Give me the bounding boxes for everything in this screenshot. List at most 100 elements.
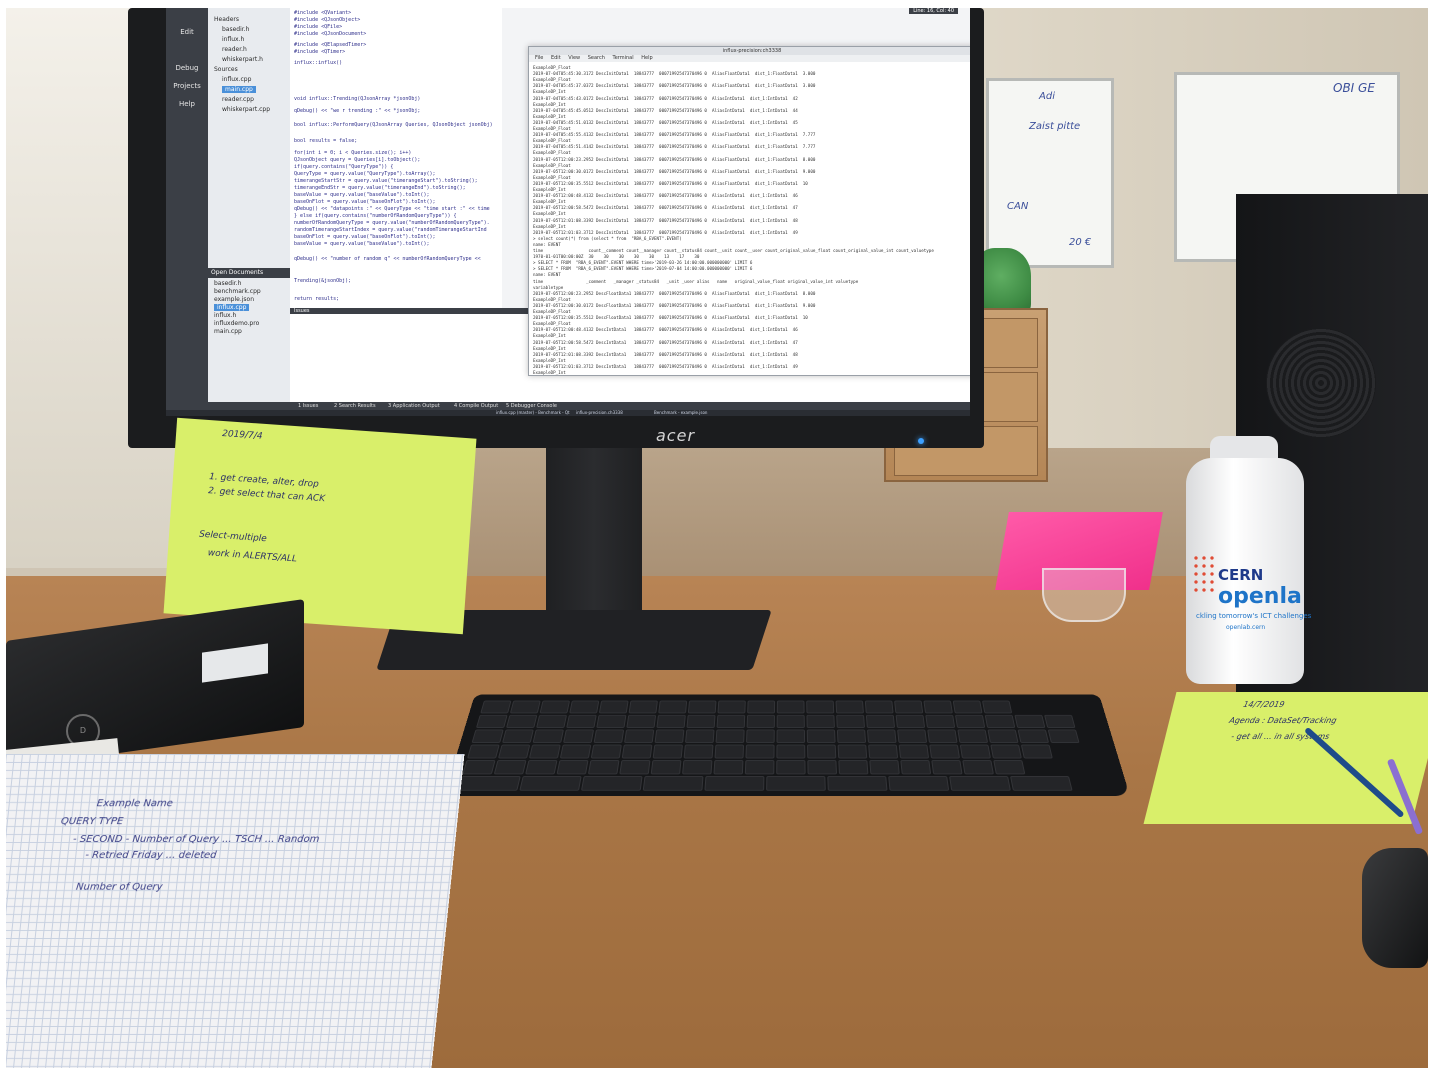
tab-search-results[interactable]: 2 Search Results bbox=[334, 402, 376, 410]
keyboard-key[interactable] bbox=[462, 760, 496, 775]
open-document-item[interactable]: basedir.h bbox=[214, 280, 241, 287]
keyboard-key[interactable] bbox=[954, 714, 986, 728]
menu-help[interactable]: Help bbox=[641, 55, 652, 61]
mode-projects[interactable]: Projects bbox=[170, 82, 204, 90]
keyboard-key[interactable] bbox=[715, 729, 745, 743]
keyboard-key[interactable] bbox=[900, 760, 932, 775]
keyboard-key[interactable] bbox=[471, 729, 504, 743]
keyboard-key[interactable] bbox=[590, 744, 622, 759]
tab-compile-output[interactable]: 4 Compile Output bbox=[454, 402, 498, 410]
menu-edit[interactable]: Edit bbox=[551, 55, 561, 61]
tree-item[interactable]: Headers bbox=[214, 16, 239, 23]
keyboard-key[interactable] bbox=[837, 744, 868, 759]
keyboard-key[interactable] bbox=[569, 700, 600, 714]
tree-item[interactable]: Sources bbox=[214, 66, 238, 73]
keyboard-key[interactable] bbox=[686, 714, 716, 728]
keyboard-key[interactable] bbox=[1044, 714, 1076, 728]
keyboard-key[interactable] bbox=[650, 760, 682, 775]
keyboard-key[interactable] bbox=[1014, 714, 1046, 728]
menu-file[interactable]: File bbox=[535, 55, 543, 61]
keyboard-key[interactable] bbox=[687, 700, 717, 714]
keyboard-key[interactable] bbox=[619, 760, 651, 775]
keyboard-key[interactable] bbox=[864, 700, 894, 714]
keyboard-key[interactable] bbox=[806, 729, 836, 743]
keyboard[interactable] bbox=[444, 694, 1130, 796]
keyboard-key[interactable] bbox=[929, 744, 961, 759]
taskbar-item[interactable]: influx.cpp (master) - Benchmark - Qt bbox=[496, 410, 570, 416]
keyboard-key[interactable] bbox=[745, 744, 775, 759]
keyboard-key[interactable] bbox=[714, 744, 745, 759]
keyboard-key[interactable] bbox=[580, 776, 643, 791]
keyboard-key[interactable] bbox=[894, 700, 924, 714]
keyboard-key[interactable] bbox=[1047, 729, 1080, 743]
keyboard-key[interactable] bbox=[656, 714, 686, 728]
keyboard-key[interactable] bbox=[835, 700, 864, 714]
keyboard-key[interactable] bbox=[509, 700, 541, 714]
tree-item-selected[interactable]: main.cpp bbox=[222, 86, 256, 93]
taskbar-item[interactable]: Benchmark - example.json bbox=[654, 410, 707, 416]
keyboard-key[interactable] bbox=[467, 744, 500, 759]
keyboard-key[interactable] bbox=[806, 700, 835, 714]
keyboard-key[interactable] bbox=[747, 700, 776, 714]
keyboard-key[interactable] bbox=[898, 744, 930, 759]
keyboard-key[interactable] bbox=[744, 760, 775, 775]
keyboard-key[interactable] bbox=[1009, 776, 1073, 791]
keyboard-key[interactable] bbox=[716, 714, 746, 728]
keyboard-key[interactable] bbox=[642, 776, 704, 791]
keyboard-key[interactable] bbox=[806, 714, 835, 728]
keyboard-key[interactable] bbox=[866, 729, 897, 743]
keyboard-key[interactable] bbox=[895, 714, 926, 728]
keyboard-key[interactable] bbox=[598, 700, 629, 714]
keyboard-key[interactable] bbox=[990, 744, 1022, 759]
keyboard-key[interactable] bbox=[563, 729, 595, 743]
keyboard-key[interactable] bbox=[1017, 729, 1050, 743]
keyboard-key[interactable] bbox=[628, 700, 658, 714]
keyboard-key[interactable] bbox=[519, 776, 582, 791]
keyboard-key[interactable] bbox=[827, 776, 888, 791]
tab-application-output[interactable]: 3 Application Output bbox=[388, 402, 440, 410]
keyboard-key[interactable] bbox=[776, 744, 806, 759]
keyboard-key[interactable] bbox=[865, 714, 896, 728]
tree-item[interactable]: influx.h bbox=[222, 36, 244, 43]
open-document-item[interactable]: influxdemo.pro bbox=[214, 320, 259, 327]
taskbar-item[interactable]: influx-precision.ch3338 bbox=[576, 410, 623, 416]
open-document-item[interactable]: main.cpp bbox=[214, 328, 242, 335]
menu-view[interactable]: View bbox=[568, 55, 580, 61]
keyboard-key[interactable] bbox=[746, 729, 775, 743]
keyboard-key[interactable] bbox=[959, 744, 991, 759]
tree-item[interactable]: reader.h bbox=[222, 46, 247, 53]
keyboard-key[interactable] bbox=[626, 714, 657, 728]
keyboard-key[interactable] bbox=[717, 700, 746, 714]
keyboard-key[interactable] bbox=[766, 776, 826, 791]
terminal-window[interactable]: influx-precision:ch3338 File Edit View S… bbox=[528, 46, 970, 376]
keyboard-key[interactable] bbox=[652, 744, 683, 759]
keyboard-key[interactable] bbox=[888, 776, 950, 791]
keyboard-key[interactable] bbox=[539, 700, 571, 714]
keyboard-key[interactable] bbox=[532, 729, 564, 743]
keyboard-key[interactable] bbox=[683, 744, 714, 759]
keyboard-key[interactable] bbox=[962, 760, 994, 775]
keyboard-key[interactable] bbox=[949, 776, 1011, 791]
keyboard-key[interactable] bbox=[776, 729, 806, 743]
keyboard-key[interactable] bbox=[746, 714, 775, 728]
keyboard-key[interactable] bbox=[658, 700, 688, 714]
keyboard-key[interactable] bbox=[869, 760, 900, 775]
keyboard-key[interactable] bbox=[807, 744, 837, 759]
menu-terminal[interactable]: Terminal bbox=[613, 55, 634, 61]
keyboard-key[interactable] bbox=[506, 714, 538, 728]
keyboard-key[interactable] bbox=[923, 700, 953, 714]
tree-item[interactable]: whiskerpart.h bbox=[222, 56, 263, 63]
keyboard-key[interactable] bbox=[556, 760, 589, 775]
keyboard-key[interactable] bbox=[981, 700, 1013, 714]
computer-mouse[interactable] bbox=[1362, 848, 1428, 968]
keyboard-key[interactable] bbox=[993, 760, 1026, 775]
keyboard-key[interactable] bbox=[587, 760, 620, 775]
keyboard-key[interactable] bbox=[685, 729, 715, 743]
keyboard-key[interactable] bbox=[536, 714, 568, 728]
tree-item[interactable]: basedir.h bbox=[222, 26, 249, 33]
keyboard-key[interactable] bbox=[1020, 744, 1053, 759]
open-document-item[interactable]: influx.h bbox=[214, 312, 236, 319]
keyboard-key[interactable] bbox=[776, 760, 806, 775]
keyboard-key[interactable] bbox=[682, 760, 713, 775]
keyboard-key[interactable] bbox=[497, 744, 531, 759]
